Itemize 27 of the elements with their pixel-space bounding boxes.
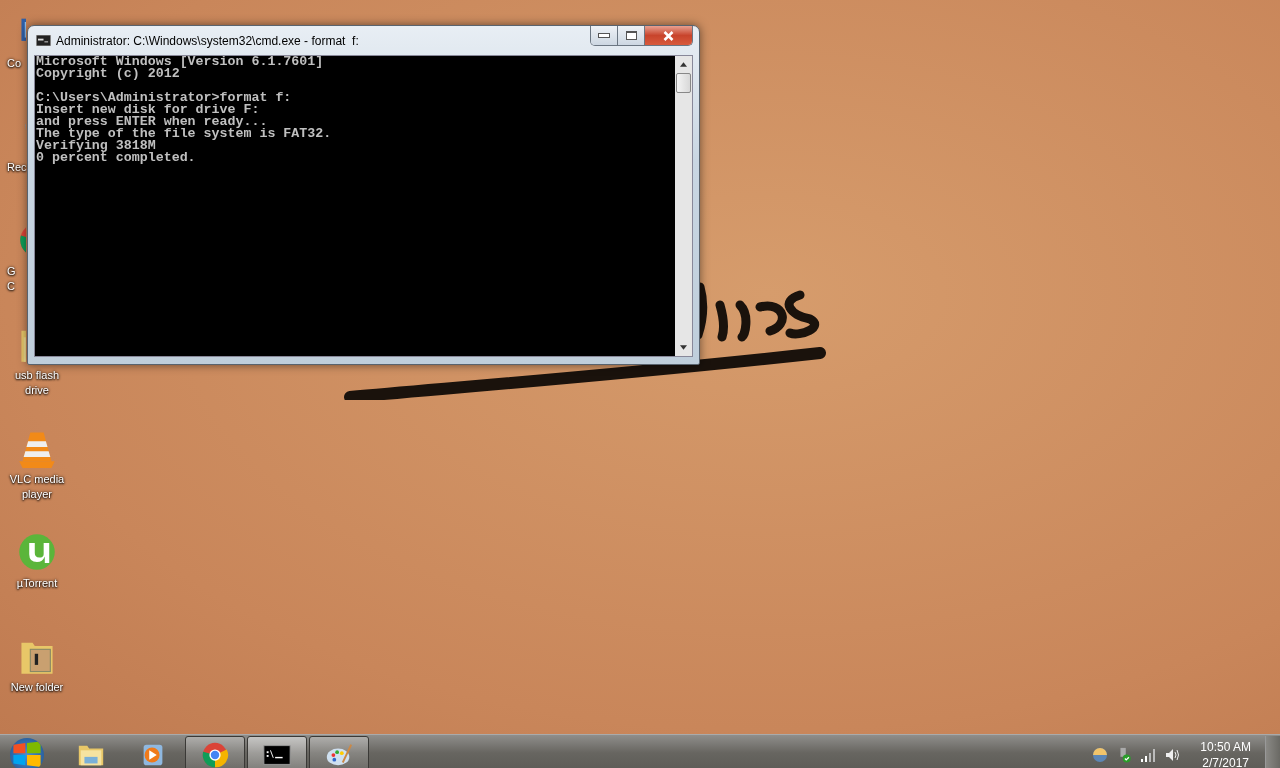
desktop-icon-label[interactable]: G C xyxy=(7,264,16,294)
desktop-icon-label[interactable]: Rec xyxy=(7,160,27,175)
scroll-down-arrow-icon[interactable] xyxy=(680,345,687,350)
chrome-icon xyxy=(200,740,230,768)
speaker-icon[interactable] xyxy=(1164,747,1181,763)
clock[interactable]: 10:50 AM 2/7/2017 xyxy=(1194,739,1257,768)
desktop-icon-label[interactable]: Co xyxy=(7,56,22,71)
scrollbar-thumb[interactable] xyxy=(676,73,691,93)
taskbar-button[interactable] xyxy=(247,736,307,768)
vertical-scrollbar[interactable] xyxy=(675,56,692,356)
minimize-button[interactable] xyxy=(591,26,618,45)
window-title: Administrator: C:\Windows\system32\cmd.exe - format f: xyxy=(56,33,359,48)
desktop-icon-label[interactable]: µTorrent xyxy=(16,576,58,591)
desktop-icon-label[interactable]: VLC media player xyxy=(9,472,65,502)
utorrent-icon[interactable] xyxy=(17,532,57,572)
close-icon xyxy=(662,30,675,41)
desktop-icon-label[interactable]: New folder xyxy=(10,680,64,695)
desktop-icon-label[interactable]: usb flash drive xyxy=(15,368,59,398)
maximize-button[interactable] xyxy=(618,26,645,45)
close-button[interactable] xyxy=(645,26,692,45)
console-icon xyxy=(36,35,51,46)
network-globe-icon[interactable] xyxy=(1092,747,1109,763)
taskbar-button[interactable] xyxy=(185,736,245,768)
taskbar-button[interactable] xyxy=(309,736,369,768)
signal-bars-icon[interactable] xyxy=(1140,747,1157,763)
scroll-up-arrow-icon[interactable] xyxy=(680,62,687,67)
console-output: Microsoft Windows [Version 6.1.7601] Copyright (c) 2012 C:\Users\Administrator>format f: Insert new disk for drive F: and press ENTER when ready... The type of the file system is FAT32. Verifying 3818M 0 percent completed. xyxy=(35,56,675,356)
